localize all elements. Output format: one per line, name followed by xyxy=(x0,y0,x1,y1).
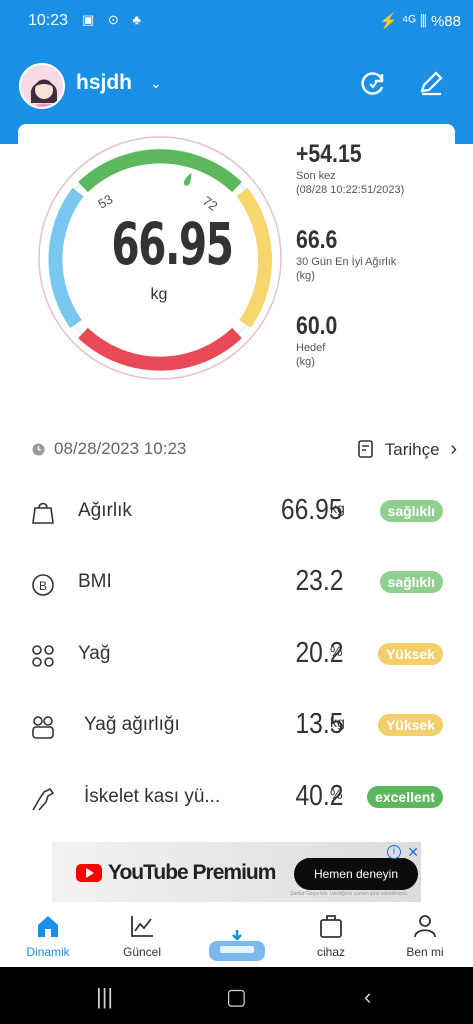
stat-goal-value: 60.0 xyxy=(296,312,338,340)
tab-cihaz[interactable]: cihaz xyxy=(291,905,371,967)
tab-label: Güncel xyxy=(122,945,162,959)
status-time: 10:23 xyxy=(28,12,69,29)
stat-goal-label: Hedef xyxy=(296,342,326,354)
play-icon xyxy=(86,868,94,878)
history-link[interactable]: Tarihçe › xyxy=(357,438,457,461)
back-icon[interactable]: ‹ xyxy=(364,984,371,1010)
status-badge: sağlıklı xyxy=(379,571,443,593)
tab-label: Ben mi xyxy=(406,945,444,959)
weigh-scale-button[interactable] xyxy=(206,930,268,962)
profile-icon xyxy=(414,915,436,938)
muscle-icon xyxy=(32,787,55,811)
user-name[interactable]: hsjdh xyxy=(76,71,132,95)
home-button-icon[interactable]: ▢ xyxy=(226,984,247,1010)
edit-icon[interactable] xyxy=(416,68,446,98)
fat-icon xyxy=(32,645,54,667)
tab-label: Dinamik xyxy=(26,945,70,959)
avatar[interactable] xyxy=(19,63,65,109)
chevron-right-icon: › xyxy=(450,438,457,460)
system-nav-bar: ||| ▢ ‹ xyxy=(0,967,473,1024)
metric-row-fat[interactable]: Yağ 20.2 % Yüksek xyxy=(0,629,473,689)
chart-icon xyxy=(131,916,153,937)
metric-label: Yağ ağırlığı xyxy=(84,714,180,735)
stat-best-label: 30 Gün En İyi Ağırlık xyxy=(296,256,397,268)
status-icons: ▣ ⊙ ♣ xyxy=(82,12,146,27)
svg-text:B: B xyxy=(39,579,47,593)
stat-best-value: 66.6 xyxy=(296,226,338,254)
bmi-icon: B xyxy=(32,574,54,596)
home-icon xyxy=(38,916,58,937)
stat-goal-unit: (kg) xyxy=(296,356,315,368)
recent-apps-icon[interactable]: ||| xyxy=(96,984,113,1010)
weight-unit: kg xyxy=(150,286,168,303)
ad-cta-button[interactable]: Hemen deneyin xyxy=(294,858,418,890)
metric-unit: kg xyxy=(330,500,345,516)
metric-row-muscle[interactable]: İskelet kası yü... 40.2 % excellent xyxy=(0,772,473,832)
ad-info-icon[interactable]: i xyxy=(387,845,401,859)
status-badge: Yüksek xyxy=(377,643,443,665)
metric-label: İskelet kası yü... xyxy=(84,786,221,807)
ad-brand: YouTube Premium xyxy=(108,861,276,884)
metric-label: Ağırlık xyxy=(78,500,132,521)
clock-icon xyxy=(32,443,45,456)
chevron-down-icon[interactable]: ⌄ xyxy=(150,75,162,92)
tab-label: cihaz xyxy=(316,945,345,959)
ad-banner[interactable]: YouTube Premium Hemen deneyin Şartlar Ge… xyxy=(52,842,421,902)
stat-change: +54.15 Son kez (08/28 10:22:51/2023) xyxy=(296,140,404,197)
metric-row-bmi[interactable]: B BMI 23.2 sağlıklı xyxy=(0,557,473,617)
metric-row-weight[interactable]: Ağırlık 66.95 kg sağlıklı xyxy=(0,486,473,546)
tab-ben-mi[interactable]: Ben mi xyxy=(385,905,465,967)
metric-row-fat-weight[interactable]: Yağ ağırlığı 13.5 kg Yüksek xyxy=(0,700,473,760)
stat-change-time: (08/28 10:22:51/2023) xyxy=(296,184,405,196)
stat-change-label: Son kez xyxy=(296,170,336,182)
ad-close-icon[interactable]: ✕ xyxy=(407,844,419,861)
measurement-datetime: 08/28/2023 10:23 xyxy=(54,439,187,458)
weight-icon xyxy=(32,502,54,524)
tab-guncel[interactable]: Güncel xyxy=(102,905,182,967)
stat-change-value: +54.15 xyxy=(296,140,362,168)
device-icon xyxy=(320,915,342,938)
refresh-icon[interactable] xyxy=(358,68,388,98)
status-badge: sağlıklı xyxy=(379,500,443,522)
status-badge: excellent xyxy=(367,786,443,808)
history-icon xyxy=(357,440,373,458)
fat-weight-icon xyxy=(32,716,54,739)
stat-best-unit: (kg) xyxy=(296,270,315,282)
stat-best: 66.6 30 Gün En İyi Ağırlık (kg) xyxy=(296,226,396,283)
ad-note: Şartlar Geçerlidir. İstediğiniz zaman ip… xyxy=(290,891,409,897)
history-label: Tarihçe xyxy=(384,440,440,459)
measurement-date-row: 08/28/2023 10:23 Tarihçe › xyxy=(32,438,457,462)
status-bar: 10:23 ▣ ⊙ ♣ ⚡ ⁴ᴳ ⫼ %88 xyxy=(0,0,473,40)
metric-label: BMI xyxy=(78,571,112,592)
current-weight: 66.95 xyxy=(111,210,234,278)
status-badge: Yüksek xyxy=(377,714,443,736)
tab-dinamik[interactable]: Dinamik xyxy=(8,905,88,967)
metric-label: Yağ xyxy=(78,643,111,664)
metric-unit: % xyxy=(330,786,343,802)
metric-unit: kg xyxy=(330,714,345,730)
metric-value: 23.2 xyxy=(295,565,343,597)
status-right: ⚡ ⁴ᴳ ⫼ %88 xyxy=(379,13,461,30)
metric-unit: % xyxy=(330,643,343,659)
stat-goal: 60.0 Hedef (kg) xyxy=(296,312,345,369)
